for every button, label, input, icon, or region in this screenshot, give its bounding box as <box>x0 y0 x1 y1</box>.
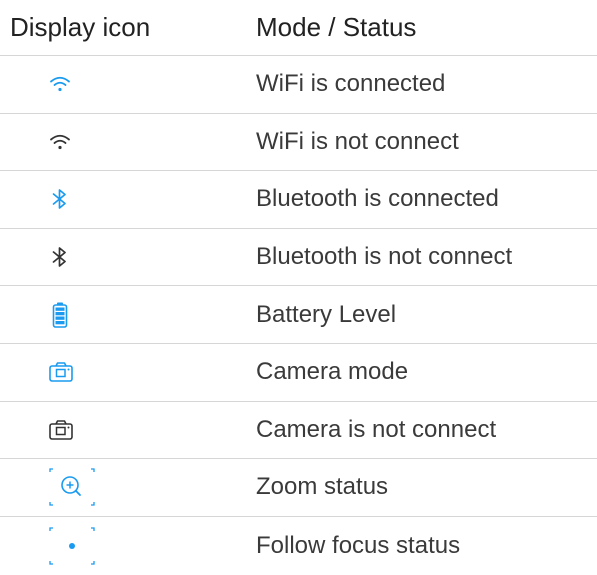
follow-focus-icon <box>48 526 96 566</box>
status-text: Follow focus status <box>256 531 461 559</box>
status-text: Bluetooth is not connect <box>256 243 513 271</box>
wifi-connected-icon <box>48 72 72 96</box>
status-text: Camera is not connect <box>256 415 497 443</box>
status-text: Bluetooth is connected <box>256 185 499 213</box>
camera-mode-icon <box>48 360 74 384</box>
camera-disconnected-icon <box>48 418 74 442</box>
icon-status-table: Display icon Mode / Status WiFi is conne… <box>0 0 597 574</box>
table-row: Zoom status <box>0 459 597 517</box>
table-header: Display icon Mode / Status <box>0 0 597 56</box>
status-text: Zoom status <box>256 473 389 501</box>
header-display-icon: Display icon <box>10 12 151 42</box>
table-row: Battery Level <box>0 286 597 344</box>
table-row: Camera mode <box>0 344 597 402</box>
table-row: WiFi is not connect <box>0 114 597 172</box>
wifi-disconnected-icon <box>48 130 72 154</box>
battery-icon <box>48 302 72 328</box>
status-text: WiFi is not connect <box>256 127 459 155</box>
table-row: Follow focus status <box>0 517 597 575</box>
bluetooth-disconnected-icon <box>48 245 72 269</box>
status-text: Battery Level <box>256 300 397 328</box>
table-row: Bluetooth is connected <box>0 171 597 229</box>
header-mode-status: Mode / Status <box>256 12 417 42</box>
table-row: WiFi is connected <box>0 56 597 114</box>
table-row: Camera is not connect <box>0 402 597 460</box>
status-text: WiFi is connected <box>256 70 446 98</box>
table-row: Bluetooth is not connect <box>0 229 597 287</box>
zoom-status-icon <box>48 467 96 507</box>
bluetooth-connected-icon <box>48 187 72 211</box>
status-text: Camera mode <box>256 358 409 386</box>
